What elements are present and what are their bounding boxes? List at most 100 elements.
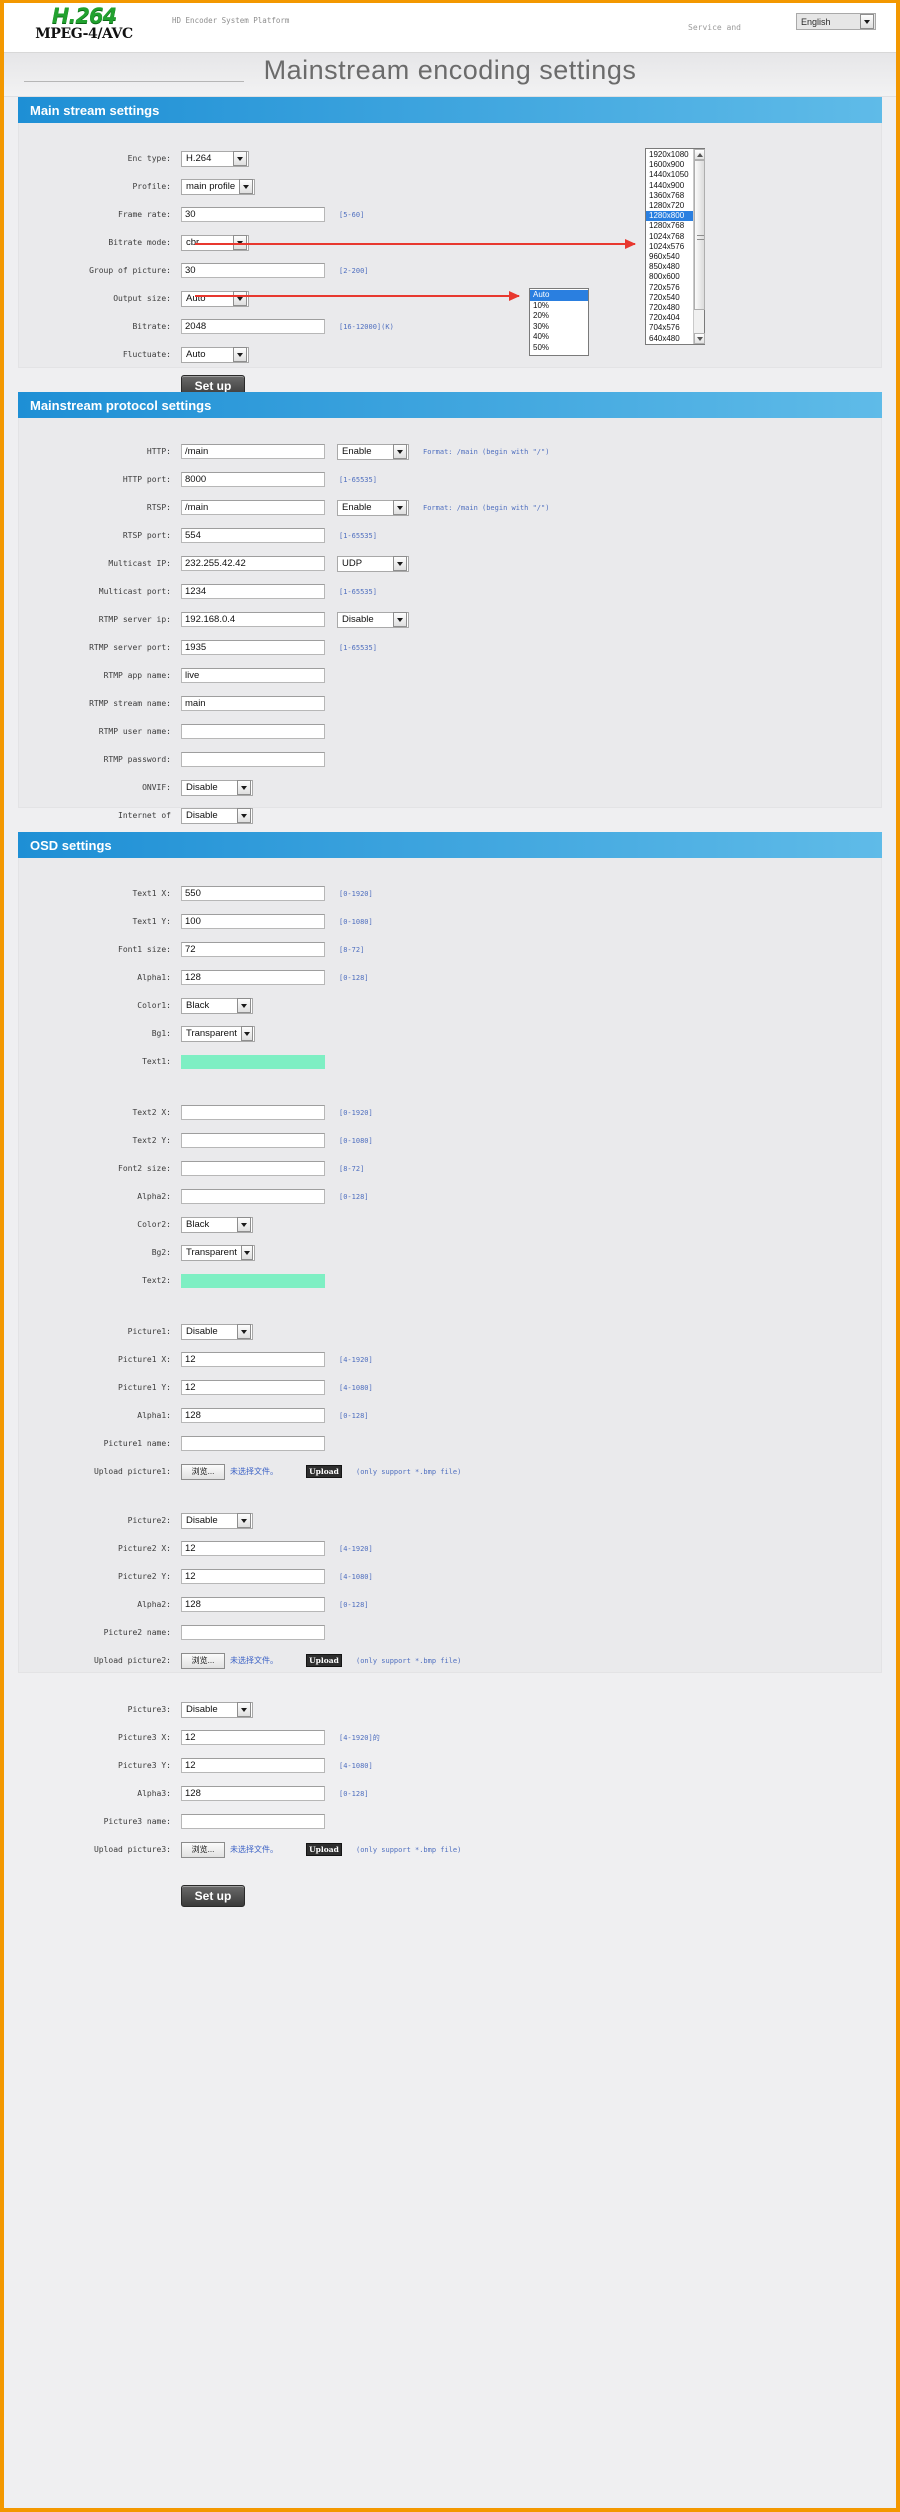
picture3-x-input[interactable]: 12 <box>181 1730 325 1745</box>
output-size-select[interactable]: Auto <box>181 290 249 307</box>
resolution-option[interactable]: 960x540 <box>646 252 693 262</box>
resolution-option[interactable]: 1600x900 <box>646 160 693 170</box>
text1-input-2[interactable]: 72 <box>181 942 325 957</box>
fluctuate-option[interactable]: 10% <box>530 301 588 312</box>
picture3-name-input[interactable] <box>181 1814 325 1829</box>
resolution-option[interactable]: 850x480 <box>646 262 693 272</box>
text1-field-input[interactable] <box>181 1054 325 1069</box>
resolution-option[interactable]: 800x600 <box>646 272 693 282</box>
picture1-y-input[interactable]: 12 <box>181 1380 325 1395</box>
label-picture3-upload: Upload picture3: <box>93 1845 171 1854</box>
protocol-select-4[interactable]: UDP <box>337 555 409 572</box>
protocol-select-0[interactable]: Enable <box>337 443 409 460</box>
label-text1-field: Text1: <box>142 1057 171 1066</box>
text2-input-3[interactable] <box>181 1189 325 1204</box>
fluctuate-option[interactable]: Auto <box>530 290 588 301</box>
onvif-select[interactable]: Disable <box>181 779 253 796</box>
language-select[interactable]: English <box>796 13 876 30</box>
protocol-input-2[interactable]: /main <box>181 500 325 515</box>
fluctuate-option[interactable]: 30% <box>530 322 588 333</box>
resolution-option[interactable]: 1440x900 <box>646 181 693 191</box>
enc-type-select[interactable]: H.264 <box>181 150 249 167</box>
group-of-picture-input[interactable]: 30 <box>181 263 325 278</box>
resolution-option[interactable]: 1280x768 <box>646 221 693 231</box>
picture1-name-input[interactable] <box>181 1436 325 1451</box>
fluctuate-option[interactable]: 40% <box>530 332 588 343</box>
picture1-browse-button[interactable]: 浏览... <box>181 1463 225 1480</box>
bitrate-input[interactable]: 2048 <box>181 319 325 334</box>
picture3-browse-button[interactable]: 浏览... <box>181 1841 225 1858</box>
picture2-enable-select[interactable]: Disable <box>181 1512 253 1529</box>
resolution-option[interactable]: 1920x1080 <box>646 150 693 160</box>
protocol-input-3[interactable]: 554 <box>181 528 325 543</box>
picture2-name-input[interactable] <box>181 1625 325 1640</box>
resolution-option[interactable]: 1024x576 <box>646 242 693 252</box>
fluctuate-listbox[interactable]: Auto 10% 20% 30% 40% 50% <box>529 288 589 356</box>
scroll-down-icon[interactable] <box>694 333 705 344</box>
resolution-option[interactable]: 704x576 <box>646 323 693 333</box>
picture1-x-input[interactable]: 12 <box>181 1352 325 1367</box>
resolution-option[interactable]: 720x404 <box>646 313 693 323</box>
picture1-enable-select[interactable]: Disable <box>181 1323 253 1340</box>
bg2-select[interactable]: Transparent <box>181 1244 255 1261</box>
resolution-option[interactable]: 1280x720 <box>646 201 693 211</box>
text1-input-1[interactable]: 100 <box>181 914 325 929</box>
protocol-input-10[interactable] <box>181 724 325 739</box>
resolution-option[interactable]: 1280x800 <box>646 211 693 222</box>
protocol-input-7[interactable]: 1935 <box>181 640 325 655</box>
text2-input-1[interactable] <box>181 1133 325 1148</box>
picture3-alpha-input[interactable]: 128 <box>181 1786 325 1801</box>
picture2-upload-button[interactable]: Upload <box>306 1654 342 1667</box>
resolution-option[interactable]: 720x576 <box>646 283 693 293</box>
picture2-alpha-input[interactable]: 128 <box>181 1597 325 1612</box>
iot-select[interactable]: Disable <box>181 807 253 824</box>
protocol-input-5[interactable]: 1234 <box>181 584 325 599</box>
row-picture2-upload: Upload picture2: 浏览... 未选择文件。 Upload (only s… <box>19 1651 881 1670</box>
resolution-option[interactable]: 640x480 <box>646 334 693 344</box>
text2-input-2[interactable] <box>181 1161 325 1176</box>
chevron-down-icon <box>233 151 247 166</box>
protocol-select-2[interactable]: Enable <box>337 499 409 516</box>
bg1-select[interactable]: Transparent <box>181 1025 255 1042</box>
frame-rate-input[interactable]: 30 <box>181 207 325 222</box>
resolution-option[interactable]: 1440x1050 <box>646 170 693 180</box>
picture3-upload-button[interactable]: Upload <box>306 1843 342 1856</box>
resolution-listbox[interactable]: 1920x1080 1600x900 1440x1050 1440x900 1360x7… <box>645 148 705 345</box>
protocol-input-6[interactable]: 192.168.0.4 <box>181 612 325 627</box>
protocol-input-0[interactable]: /main <box>181 444 325 459</box>
protocol-select-6[interactable]: Disable <box>337 611 409 628</box>
text1-input-3[interactable]: 128 <box>181 970 325 985</box>
protocol-input-8[interactable]: live <box>181 668 325 683</box>
profile-select[interactable]: main profile <box>181 178 255 195</box>
protocol-input-9[interactable]: main <box>181 696 325 711</box>
fluctuate-option[interactable]: 20% <box>530 311 588 322</box>
chevron-down-icon <box>393 500 407 515</box>
resolution-options[interactable]: 1920x1080 1600x900 1440x1050 1440x900 1360x7… <box>646 149 693 344</box>
protocol-input-4[interactable]: 232.255.42.42 <box>181 556 325 571</box>
color2-select[interactable]: Black <box>181 1216 253 1233</box>
resolution-option[interactable]: 1360x768 <box>646 191 693 201</box>
fluctuate-option[interactable]: 50% <box>530 343 588 354</box>
fluctuate-select[interactable]: Auto <box>181 346 249 363</box>
picture2-y-input[interactable]: 12 <box>181 1569 325 1584</box>
osd-setup-button[interactable]: Set up <box>181 1885 245 1907</box>
resolution-option[interactable]: 720x480 <box>646 303 693 313</box>
scrollbar-thumb[interactable] <box>694 160 705 310</box>
resolution-scrollbar[interactable] <box>693 149 705 344</box>
text2-field-input[interactable] <box>181 1273 325 1288</box>
picture3-y-input[interactable]: 12 <box>181 1758 325 1773</box>
text2-input-0[interactable] <box>181 1105 325 1120</box>
picture2-x-input[interactable]: 12 <box>181 1541 325 1556</box>
picture1-alpha-input[interactable]: 128 <box>181 1408 325 1423</box>
picture3-enable-select[interactable]: Disable <box>181 1701 253 1718</box>
protocol-input-11[interactable] <box>181 752 325 767</box>
resolution-option[interactable]: 720x540 <box>646 293 693 303</box>
picture2-browse-button[interactable]: 浏览... <box>181 1652 225 1669</box>
color1-select[interactable]: Black <box>181 997 253 1014</box>
resolution-option[interactable]: 1024x768 <box>646 232 693 242</box>
protocol-input-1[interactable]: 8000 <box>181 472 325 487</box>
text1-input-0[interactable]: 550 <box>181 886 325 901</box>
page-title-band: Mainstream encoding settings <box>4 53 896 97</box>
scroll-up-icon[interactable] <box>694 149 705 160</box>
picture1-upload-button[interactable]: Upload <box>306 1465 342 1478</box>
